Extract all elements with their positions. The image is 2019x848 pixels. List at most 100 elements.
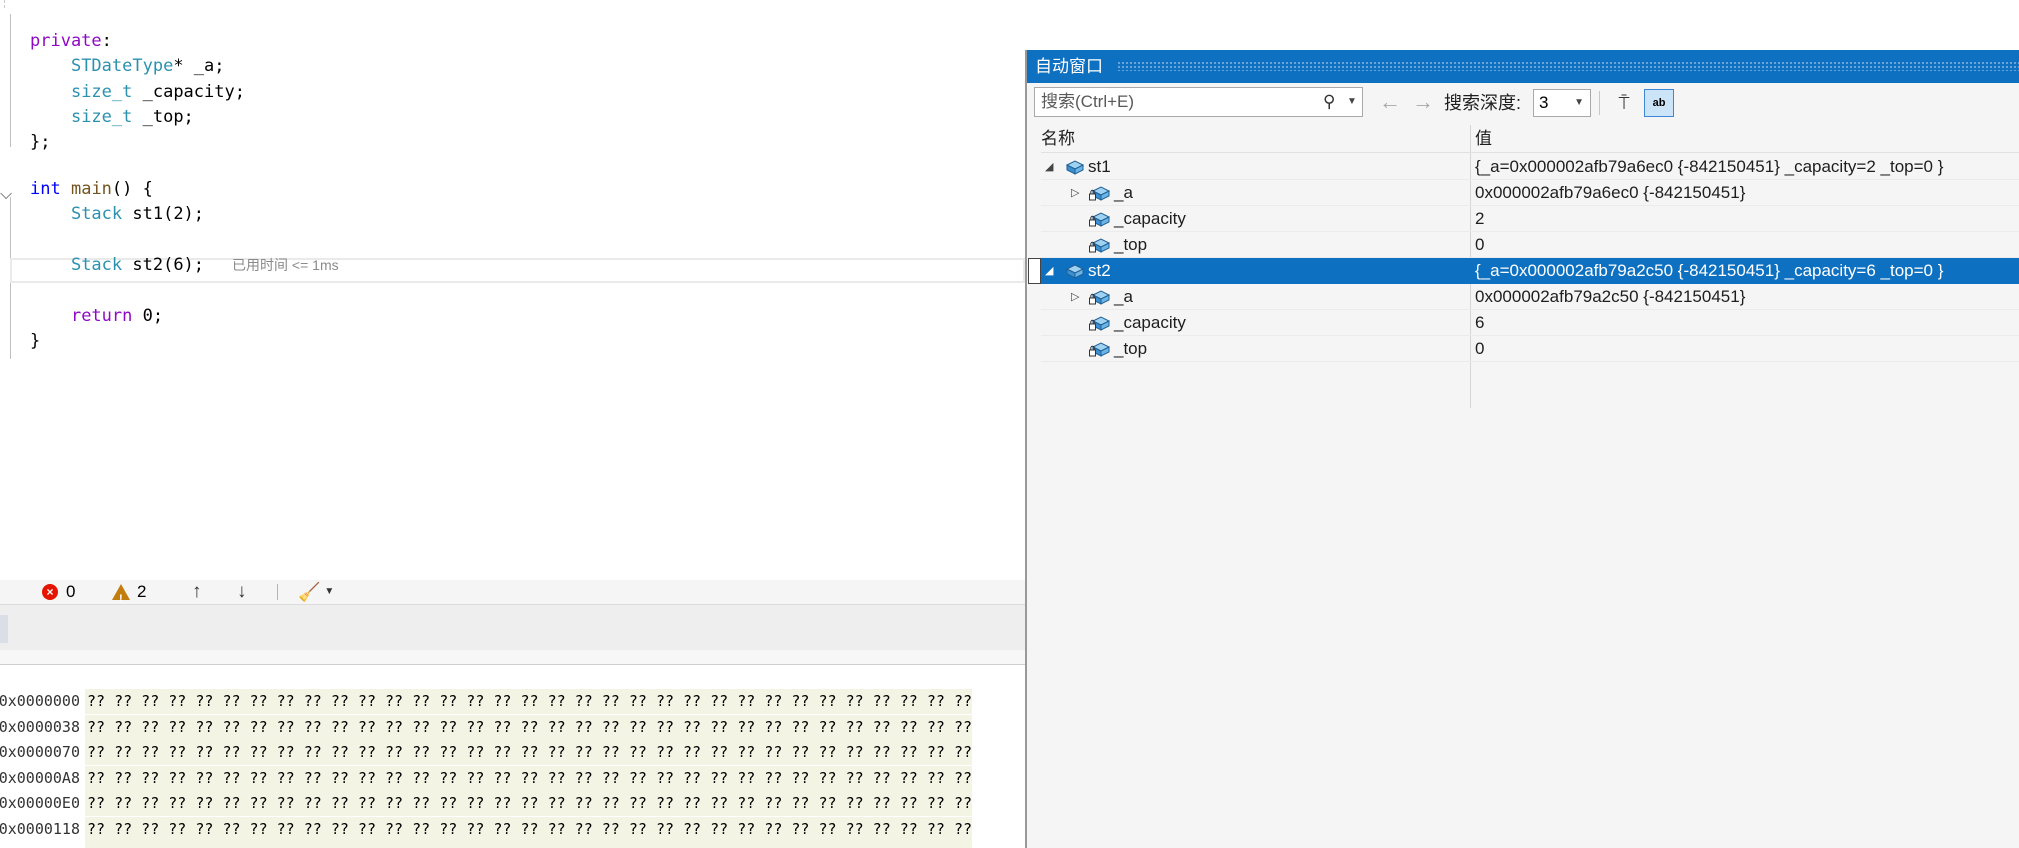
code-token: 0; — [132, 305, 164, 326]
code-line[interactable]: size_t _capacity; — [30, 80, 245, 105]
column-header-name[interactable]: 名称 — [1041, 125, 1075, 152]
variable-value[interactable]: 0x000002afb79a6ec0 {-842150451} — [1475, 180, 1745, 206]
memory-row[interactable]: 0x0000000 ?? ?? ?? ?? ?? ?? ?? ?? ?? ?? ?… — [0, 689, 1025, 714]
code-token: size_t — [70, 81, 133, 102]
collapse-icon[interactable]: ◢ — [1045, 258, 1053, 284]
warning-indicator[interactable]: ! 2 — [112, 580, 146, 605]
code-line[interactable]: private: — [30, 29, 112, 54]
code-cleanup-button[interactable]: 🧹 ▼ — [298, 580, 334, 604]
error-indicator[interactable]: × 0 — [42, 580, 75, 604]
memory-row[interactable]: 0x00000E0 ?? ?? ?? ?? ?? ?? ?? ?? ?? ?? ?… — [0, 791, 1025, 816]
memory-bytes: ?? ?? ?? ?? ?? ?? ?? ?? ?? ?? ?? ?? ?? ?… — [85, 842, 973, 848]
toolbar-separator — [277, 584, 278, 600]
code-token: * _a; — [173, 56, 225, 77]
variable-name: _a — [1114, 287, 1133, 306]
code-token: Stack — [70, 204, 123, 225]
variable-value[interactable]: 6 — [1475, 310, 1484, 336]
header-underline — [1041, 152, 2019, 153]
code-token: size_t — [70, 107, 133, 128]
variable-value[interactable]: 2 — [1475, 206, 1484, 232]
autos-window: 自动窗口 搜索(Ctrl+E) ⚲ ▼ ← → 搜索深度: 3 ▼ ⍑ ab 名… — [1025, 50, 2019, 848]
code-token: _capacity; — [132, 81, 245, 102]
code-token: private — [30, 31, 102, 51]
code-token: return — [70, 305, 133, 326]
search-icon[interactable]: ⚲ — [1323, 88, 1335, 116]
panel-header — [0, 604, 1025, 651]
code-line[interactable]: size_t _top; — [30, 105, 194, 130]
memory-row[interactable]: 0x0000150 ?? ?? ?? ?? ?? ?? ?? ?? ?? ?? ?… — [0, 842, 1025, 848]
code-token: STDateType — [70, 56, 174, 77]
code-line[interactable]: }; — [30, 130, 50, 155]
variable-name: _a — [1114, 183, 1133, 202]
search-input[interactable]: 搜索(Ctrl+E) ⚲ ▼ — [1034, 87, 1363, 117]
code-line[interactable]: int main() { — [30, 177, 153, 202]
column-header-value[interactable]: 值 — [1475, 125, 1492, 152]
previous-issue-button[interactable]: ↑ — [192, 580, 202, 604]
expand-icon[interactable]: ▷ — [1071, 284, 1079, 310]
object-icon — [1063, 158, 1085, 176]
autos-title-bar[interactable]: 自动窗口 — [1027, 50, 2019, 83]
autos-grid: 名称 值 ◢ st1 {_a=0x000002afb79a6ec0 {-842150… — [1028, 125, 2019, 415]
variable-value[interactable]: 0 — [1475, 232, 1484, 258]
dropdown-arrow-icon: ▼ — [324, 586, 335, 597]
next-issue-button[interactable]: ↓ — [237, 580, 247, 604]
memory-address: 0x0000070 — [0, 743, 80, 761]
code-line[interactable]: Stack st1(2); — [30, 202, 204, 227]
member-row[interactable]: _top 0 — [1041, 232, 2019, 258]
member-row[interactable]: _capacity 6 — [1041, 310, 2019, 336]
private-field-icon — [1089, 288, 1111, 306]
code-line[interactable]: STDateType* _a; — [30, 54, 225, 79]
variable-value[interactable]: 0x000002afb79a2c50 {-842150451} — [1475, 284, 1745, 310]
memory-bytes: ?? ?? ?? ?? ?? ?? ?? ?? ?? ?? ?? ?? ?? ?… — [85, 689, 973, 714]
member-row[interactable]: _top 0 — [1041, 336, 2019, 362]
member-row[interactable]: _capacity 2 — [1041, 206, 2019, 232]
variable-row[interactable]: ◢ st1 {_a=0x000002afb79a6ec0 {-842150451} … — [1041, 154, 2019, 180]
code-editor[interactable]: ⌵ private: STDateType* _a; size_t _capac… — [0, 0, 1025, 580]
code-token: }; — [30, 132, 51, 153]
memory-row[interactable]: 0x0000038 ?? ?? ?? ?? ?? ?? ?? ?? ?? ?? ?… — [0, 714, 1025, 740]
code-line[interactable]: Stack st2(6); 已用时间 <= 1ms — [30, 253, 339, 278]
autos-toolbar: 搜索(Ctrl+E) ⚲ ▼ ← → 搜索深度: 3 ▼ ⍑ ab — [1027, 83, 2019, 125]
memory-address: 0x00000E0 — [0, 794, 80, 812]
expand-icon[interactable]: ▷ — [1071, 180, 1079, 206]
memory-row[interactable]: 0x0000118 ?? ?? ?? ?? ?? ?? ?? ?? ?? ?? ?… — [0, 816, 1025, 842]
private-field-icon — [1089, 184, 1111, 202]
memory-row[interactable]: 0x0000070 ?? ?? ?? ?? ?? ?? ?? ?? ?? ?? ?… — [0, 740, 1025, 765]
memory-address: 0x0000150 — [0, 842, 80, 848]
code-token: main — [70, 179, 112, 200]
collapse-icon[interactable]: ◢ — [1045, 154, 1053, 180]
panel-divider — [0, 650, 1025, 665]
variable-row[interactable]: ◢ st2 {_a=0x000002afb79a2c50 {-842150451} … — [1028, 258, 2019, 284]
pin-icon[interactable]: ⍑ — [1612, 89, 1636, 117]
memory-bytes: ?? ?? ?? ?? ?? ?? ?? ?? ?? ?? ?? ?? ?? ?… — [85, 791, 973, 816]
memory-view[interactable]: 0x0000000 ?? ?? ?? ?? ?? ?? ?? ?? ?? ?? ?… — [0, 685, 1025, 848]
broom-icon: 🧹 — [298, 582, 321, 602]
private-field-icon — [1089, 210, 1111, 228]
panel-tab[interactable] — [0, 615, 8, 643]
elapsed-time-hint: 已用时间 <= 1ms — [232, 257, 339, 274]
search-forward-button[interactable]: → — [1412, 88, 1434, 116]
code-line[interactable]: } — [30, 329, 40, 354]
memory-bytes: ?? ?? ?? ?? ?? ?? ?? ?? ?? ?? ?? ?? ?? ?… — [85, 740, 973, 765]
title-grip — [1117, 61, 2019, 71]
code-token: st2(6); — [122, 255, 205, 276]
member-row[interactable]: ▷ _a 0x000002afb79a6ec0 {-842150451} — [1041, 180, 2019, 206]
code-token: : — [101, 31, 112, 51]
member-row[interactable]: ▷ _a 0x000002afb79a2c50 {-842150451} — [1041, 284, 2019, 310]
object-icon — [1063, 262, 1085, 280]
code-token: _top; — [132, 107, 194, 128]
variable-value[interactable]: {_a=0x000002afb79a2c50 {-842150451} _cap… — [1475, 258, 1943, 284]
fold-chevron-icon[interactable]: ⌵ — [0, 186, 12, 204]
code-line[interactable]: return 0; — [30, 304, 163, 329]
memory-bytes: ?? ?? ?? ?? ?? ?? ?? ?? ?? ?? ?? ?? ?? ?… — [85, 765, 973, 791]
search-back-button[interactable]: ← — [1379, 88, 1401, 116]
memory-row[interactable]: 0x00000A8 ?? ?? ?? ?? ?? ?? ?? ?? ?? ?? ?… — [0, 765, 1025, 791]
variable-value[interactable]: 0 — [1475, 336, 1484, 362]
search-dropdown-icon[interactable]: ▼ — [1347, 88, 1357, 116]
search-depth-select[interactable]: 3 ▼ — [1533, 89, 1591, 117]
variable-value[interactable]: {_a=0x000002afb79a6ec0 {-842150451} _cap… — [1475, 154, 1943, 180]
hex-display-button[interactable]: ab — [1644, 89, 1674, 117]
warning-icon: ! — [112, 584, 130, 605]
